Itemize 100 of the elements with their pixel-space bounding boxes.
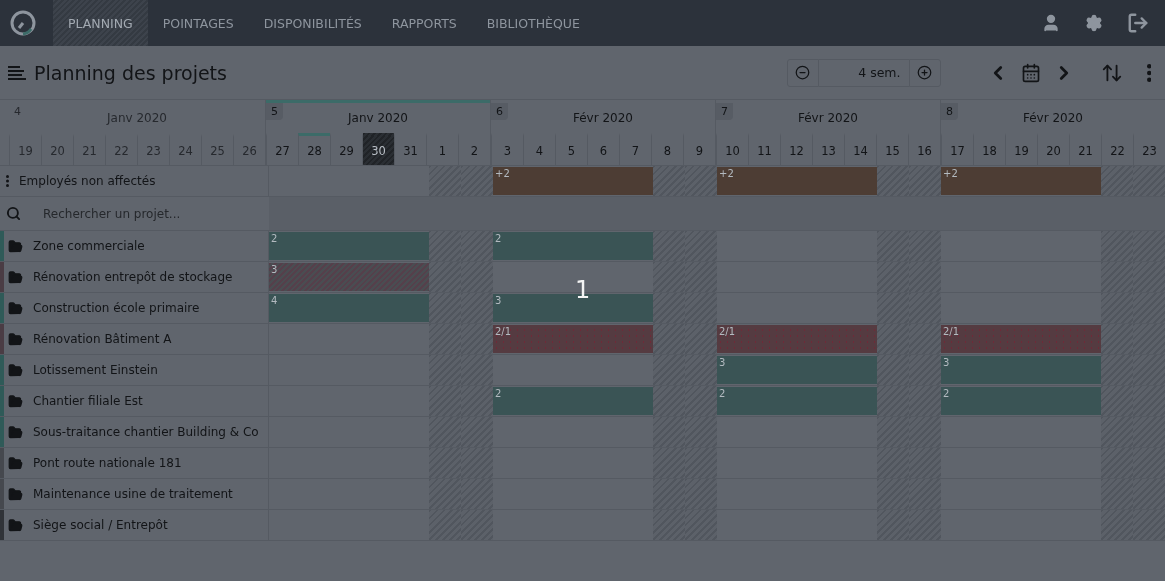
zoom-out-button[interactable]	[786, 58, 819, 87]
week-label: Févr 2020	[573, 111, 633, 126]
staffing-bar[interactable]: 2	[941, 387, 1101, 415]
folder-icon	[8, 517, 23, 533]
week-label: Févr 2020	[798, 111, 858, 126]
day-label[interactable]: 11	[748, 133, 780, 165]
week-number: 7	[716, 102, 733, 120]
day-label[interactable]: 16	[908, 133, 940, 165]
day-label: 25	[201, 133, 233, 165]
project-name[interactable]: Sous-traitance chantier Building & Co	[33, 425, 259, 439]
project-name[interactable]: Lotissement Einstein	[33, 363, 158, 377]
staffing-bar[interactable]: 4	[269, 294, 429, 322]
day-label[interactable]: 31	[394, 133, 426, 165]
day-label[interactable]: 5	[555, 133, 587, 165]
search-field[interactable]: Rechercher un projet...	[41, 205, 269, 222]
staffing-bar[interactable]: 2	[717, 387, 877, 415]
folder-icon	[8, 331, 23, 347]
week-number: 4	[13, 104, 22, 120]
day-label: 20	[41, 133, 73, 165]
staffing-bar[interactable]: 2/1	[717, 325, 877, 353]
day-label[interactable]: 30	[362, 133, 394, 165]
day-label[interactable]: 13	[812, 133, 844, 165]
day-label: 19	[9, 133, 41, 165]
staffing-bar[interactable]: 2	[269, 232, 429, 260]
week-label: Janv 2020	[348, 111, 408, 126]
logout-icon[interactable]	[1127, 12, 1149, 34]
day-label[interactable]: 21	[1069, 133, 1101, 165]
day-label[interactable]: 12	[780, 133, 812, 165]
zoom-field[interactable]: 4 sem.	[818, 58, 909, 87]
staffing-bar[interactable]: +2	[717, 167, 877, 195]
day-label[interactable]: 10	[716, 133, 748, 165]
settings-icon[interactable]	[1085, 14, 1103, 32]
folder-icon	[8, 455, 23, 471]
day-label[interactable]: 8	[651, 133, 683, 165]
staffing-bar[interactable]: +2	[493, 167, 653, 195]
day-label[interactable]: 28	[298, 133, 330, 165]
nav-tab[interactable]: POINTAGES	[147, 0, 249, 46]
project-name[interactable]: Siège social / Entrepôt	[33, 518, 168, 532]
day-label[interactable]: 18	[973, 133, 1005, 165]
staffing-bar[interactable]: 3	[941, 356, 1101, 384]
folder-icon	[8, 486, 23, 502]
project-name[interactable]: Zone commerciale	[33, 239, 145, 253]
project-name[interactable]: Maintenance usine de traitement	[33, 487, 233, 501]
staffing-bar[interactable]: 3	[717, 356, 877, 384]
nav-tab[interactable]: DISPONIBILITÉS	[248, 0, 377, 46]
zoom-in-button[interactable]	[908, 58, 941, 87]
day-label[interactable]: 19	[1005, 133, 1037, 165]
day-label[interactable]: 14	[844, 133, 876, 165]
day-label[interactable]: 4	[523, 133, 555, 165]
nav-tab[interactable]: PLANNING	[53, 0, 148, 46]
staffing-bar[interactable]: 2/1	[493, 325, 653, 353]
day-label[interactable]: 22	[1101, 133, 1133, 165]
day-label[interactable]: 2	[458, 133, 490, 165]
day-label[interactable]: 20	[1037, 133, 1069, 165]
user-icon[interactable]	[1041, 13, 1061, 33]
more-icon[interactable]	[6, 175, 9, 187]
staffing-bar[interactable]: 3	[269, 263, 429, 291]
day-label[interactable]: 9	[683, 133, 715, 165]
folder-icon	[8, 362, 23, 378]
calendar-button[interactable]	[1020, 62, 1041, 83]
folder-icon	[8, 393, 23, 409]
logo-icon[interactable]	[9, 9, 37, 37]
day-label[interactable]: 1	[426, 133, 458, 165]
day-label: 24	[169, 133, 201, 165]
day-label: 26	[233, 133, 265, 165]
day-label: 22	[105, 133, 137, 165]
day-label[interactable]: 27	[266, 133, 298, 165]
minus-icon	[795, 65, 810, 80]
day-label: 21	[73, 133, 105, 165]
menu-icon[interactable]	[8, 64, 26, 81]
staffing-bar[interactable]: +2	[941, 167, 1101, 195]
staffing-bar[interactable]: 2	[493, 232, 653, 260]
plus-icon	[917, 65, 932, 80]
day-label[interactable]: 23	[1133, 133, 1165, 165]
calendar-icon	[1020, 62, 1041, 83]
more-button[interactable]	[1146, 63, 1151, 82]
day-label[interactable]: 15	[876, 133, 908, 165]
staffing-bar[interactable]: 2	[493, 387, 653, 415]
day-label[interactable]: 3	[491, 133, 523, 165]
page-title: Planning des projets	[34, 61, 227, 84]
project-name[interactable]: Construction école primaire	[33, 301, 200, 315]
staffing-bar[interactable]: 2/1	[941, 325, 1101, 353]
more-icon	[1146, 63, 1151, 82]
folder-icon	[8, 238, 23, 254]
project-name[interactable]: Rénovation entrepôt de stockage	[33, 270, 233, 284]
nav-tab[interactable]: RAPPORTS	[376, 0, 472, 46]
folder-icon	[8, 300, 23, 316]
week-label: Févr 2020	[1023, 111, 1083, 126]
project-name[interactable]: Chantier filiale Est	[33, 394, 143, 408]
project-name[interactable]: Pont route nationale 181	[33, 456, 182, 470]
day-label[interactable]: 7	[619, 133, 651, 165]
project-name[interactable]: Rénovation Bâtiment A	[33, 332, 172, 346]
week-number: 6	[491, 102, 508, 120]
week-number: 8	[941, 102, 958, 120]
nav-tab[interactable]: BIBLIOTHÈQUE	[471, 0, 595, 46]
row-label: Employés non affectés	[19, 174, 156, 188]
day-label: 23	[137, 133, 169, 165]
day-label[interactable]: 6	[587, 133, 619, 165]
day-label[interactable]: 17	[941, 133, 973, 165]
folder-icon	[8, 269, 23, 285]
